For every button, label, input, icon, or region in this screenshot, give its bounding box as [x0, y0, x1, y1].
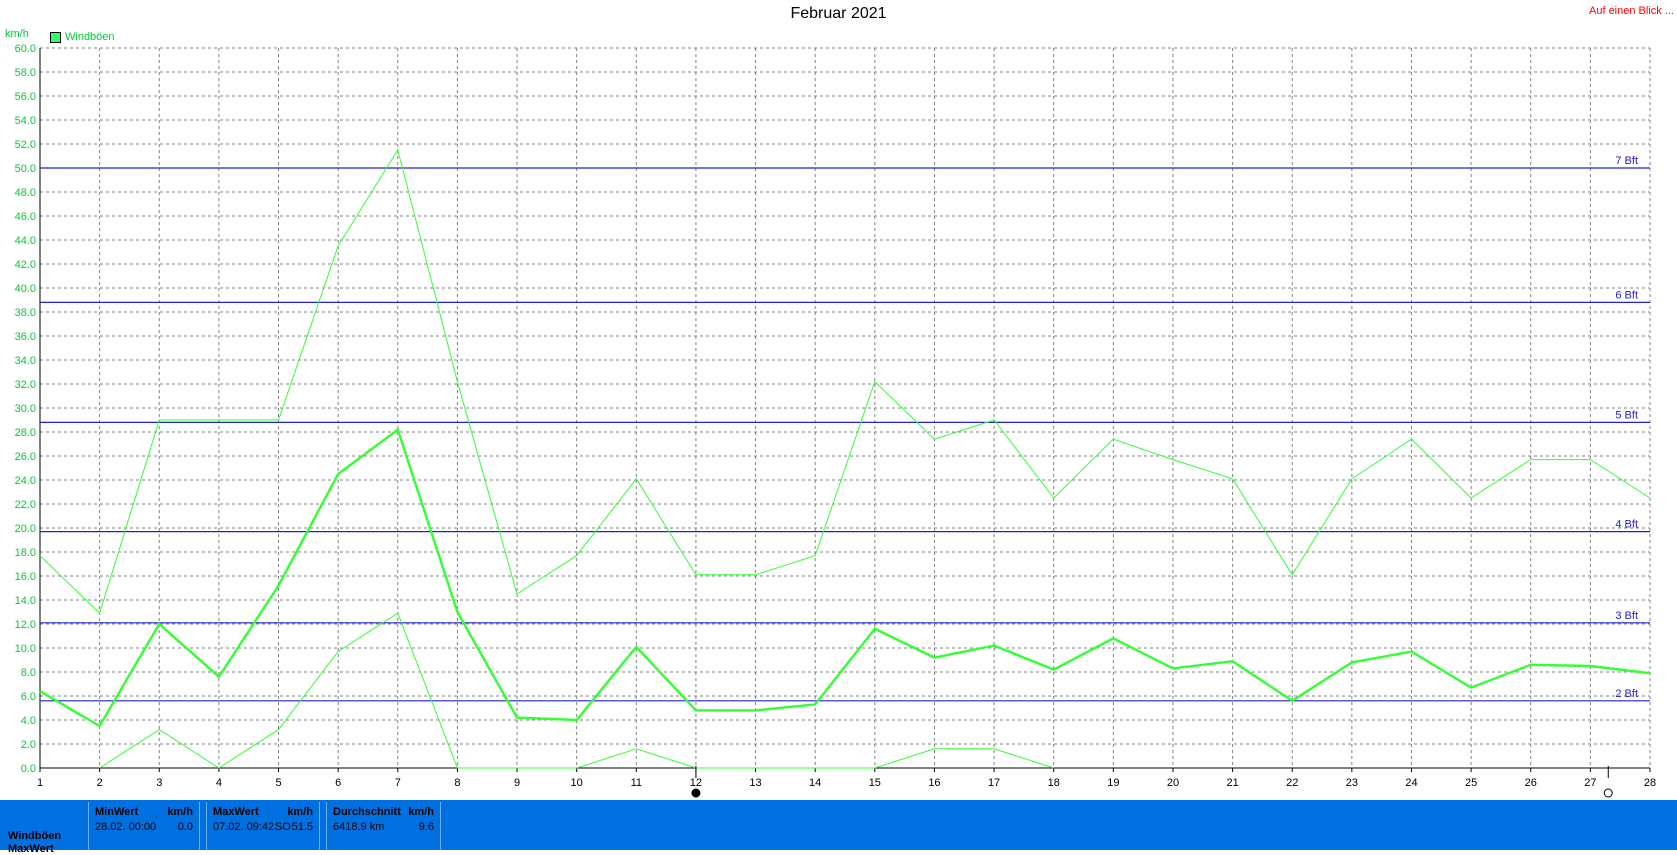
beaufort-label: 2 Bft	[1615, 688, 1638, 700]
y-tick-label: 60.0	[15, 43, 36, 55]
y-tick-label: 58.0	[15, 67, 36, 79]
avg-distance: 6418.9 km	[333, 821, 385, 833]
legend-label: Windböen	[65, 31, 115, 43]
y-tick-label: 4.0	[21, 715, 36, 727]
x-tick-label: 6	[335, 777, 341, 789]
average-value-box: Durchschnitt km/h 6418.9 km 9.6	[326, 802, 441, 850]
wind-gust-chart: 0.0 2.0 4.0 6.0 8.0 10.0 12.0 14.0 16.0 18.0 20.0 2…	[15, 43, 1656, 798]
y-tick-label: 24.0	[15, 475, 36, 487]
x-tick-label: 10	[571, 777, 583, 789]
avg-head-label: Durchschnitt	[333, 806, 401, 818]
x-tick-label: 7	[395, 777, 401, 789]
series-line-max	[39, 148, 1651, 615]
x-tick-label: 21	[1226, 777, 1238, 789]
x-tick-label: 22	[1286, 777, 1298, 789]
full-moon-icon	[1603, 788, 1613, 798]
x-tick-label: 23	[1346, 777, 1358, 789]
y-axis-unit: km/h	[5, 28, 29, 40]
beaufort-label: 3 Bft	[1615, 610, 1638, 622]
y-tick-label: 22.0	[15, 499, 36, 511]
avg-value: 9.6	[418, 821, 434, 833]
y-tick-label: 10.0	[15, 643, 36, 655]
x-tick-label: 27	[1584, 777, 1596, 789]
chart-title: Februar 2021	[790, 5, 887, 22]
y-tick-label: 46.0	[15, 211, 36, 223]
y-tick-label: 52.0	[15, 139, 36, 151]
x-tick-label: 3	[156, 777, 162, 789]
max-value: 51.5	[291, 821, 313, 833]
x-tick-label: 12	[690, 777, 702, 789]
x-tick-label: 9	[514, 777, 520, 789]
x-tick-label: 24	[1405, 777, 1417, 789]
min-head-label: MinWert	[95, 806, 139, 818]
y-tick-label: 2.0	[21, 739, 36, 751]
y-tick-label: 32.0	[15, 379, 36, 391]
avg-head-unit: km/h	[408, 806, 434, 818]
beaufort-label: 7 Bft	[1615, 155, 1638, 167]
y-tick-label: 34.0	[15, 355, 36, 367]
y-tick-label: 42.0	[15, 259, 36, 271]
x-tick-label: 4	[216, 777, 222, 789]
x-tick-label: 16	[928, 777, 940, 789]
series-line-mean	[39, 427, 1651, 728]
x-tick-label: 26	[1525, 777, 1537, 789]
max-value-box: MaxWert km/h 07.02. 09:42 SO 51.5	[206, 802, 320, 850]
y-tick-label: 12.0	[15, 619, 36, 631]
legend: Windböen	[50, 31, 115, 43]
y-tick-label: 16.0	[15, 571, 36, 583]
y-tick-label: 54.0	[15, 115, 36, 127]
x-tick-label: 11	[631, 777, 642, 789]
max-head-unit: km/h	[287, 806, 313, 818]
stats-footer: Windböen MaxWert MinWert km/h 28.02. 00:…	[0, 800, 1677, 855]
x-tick-label: 14	[809, 777, 821, 789]
x-tick-label: 18	[1048, 777, 1060, 789]
x-tick-label: 15	[869, 777, 881, 789]
beaufort-label: 6 Bft	[1615, 289, 1638, 301]
footer-row-sublabel: MaxWert	[8, 843, 54, 855]
y-tick-label: 56.0	[15, 91, 36, 103]
x-tick-label: 20	[1167, 777, 1179, 789]
beaufort-label: 5 Bft	[1615, 409, 1638, 421]
max-direction: SO	[274, 821, 291, 833]
min-head-unit: km/h	[167, 806, 193, 818]
y-tick-label: 48.0	[15, 187, 36, 199]
footer-row-label: Windböen	[8, 830, 62, 842]
y-tick-label: 28.0	[15, 427, 36, 439]
y-tick-label: 0.0	[21, 763, 36, 775]
x-tick-label: 28	[1644, 777, 1656, 789]
max-head-label: MaxWert	[213, 806, 259, 818]
overview-link[interactable]: Auf einen Blick ...	[1589, 5, 1674, 17]
y-tick-label: 26.0	[15, 451, 36, 463]
max-time: 07.02. 09:42	[213, 821, 275, 833]
y-tick-label: 8.0	[21, 667, 36, 679]
y-tick-label: 38.0	[15, 307, 36, 319]
y-tick-label: 14.0	[15, 595, 36, 607]
x-tick-label: 8	[454, 777, 460, 789]
min-value-box: MinWert km/h 28.02. 00:00 0.0	[88, 802, 200, 850]
y-tick-label: 30.0	[15, 403, 36, 415]
x-tick-label: 1	[37, 777, 43, 789]
y-tick-label: 36.0	[15, 331, 36, 343]
x-tick-label: 2	[97, 777, 103, 789]
min-time: 28.02. 00:00	[95, 821, 157, 833]
y-tick-label: 40.0	[15, 283, 36, 295]
y-tick-label: 44.0	[15, 235, 36, 247]
x-tick-label: 13	[749, 777, 761, 789]
legend-swatch	[50, 31, 61, 43]
new-moon-icon	[691, 788, 701, 798]
x-tick-label: 25	[1465, 777, 1477, 789]
y-tick-label: 50.0	[15, 163, 36, 175]
y-tick-label: 18.0	[15, 547, 36, 559]
x-tick-label: 17	[988, 777, 1000, 789]
beaufort-label: 4 Bft	[1615, 519, 1638, 531]
y-tick-label: 6.0	[21, 691, 36, 703]
x-tick-label: 19	[1107, 777, 1119, 789]
x-tick-label: 5	[275, 777, 281, 789]
y-tick-label: 20.0	[15, 523, 36, 535]
min-value: 0.0	[177, 821, 193, 833]
